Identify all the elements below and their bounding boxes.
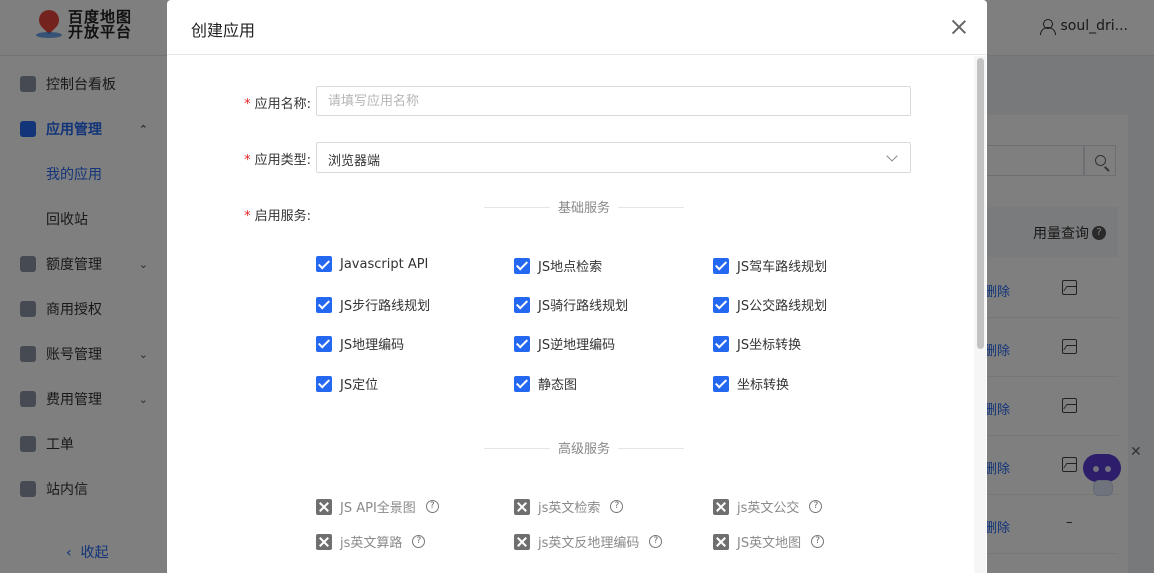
dialog-title: 创建应用	[191, 21, 256, 40]
services-label: * 启用服务:	[244, 209, 311, 224]
basic-service-checkbox[interactable]: JS地理编码	[316, 334, 404, 353]
advanced-service-checkbox: js英文公交?	[713, 497, 823, 516]
advanced-service-checkbox: js英文反地理编码?	[514, 532, 663, 551]
advanced-service-checkbox: JS英文地图?	[713, 532, 825, 551]
checkbox-checked-icon	[713, 296, 729, 313]
checkbox-checked-icon	[713, 335, 729, 352]
dialog-header: 创建应用	[167, 0, 987, 55]
basic-service-checkbox[interactable]: Javascript API	[316, 256, 428, 272]
help-icon[interactable]: ?	[425, 500, 439, 513]
advanced-service-checkbox: JS API全景图?	[316, 497, 439, 516]
chevron-down-icon	[886, 150, 898, 162]
advanced-service-checkbox: js英文检索?	[514, 497, 624, 516]
basic-service-checkbox[interactable]: 坐标转换	[713, 374, 789, 393]
basic-service-checkbox[interactable]: JS驾车路线规划	[713, 256, 827, 275]
basic-service-checkbox[interactable]: 静态图	[514, 374, 577, 393]
checkbox-checked-icon	[514, 335, 530, 352]
app-type-label: * 应用类型:	[244, 153, 311, 168]
checkbox-disabled-icon	[713, 533, 729, 550]
basic-service-checkbox[interactable]: JS坐标转换	[713, 334, 801, 353]
app-name-input[interactable]	[316, 86, 911, 116]
basic-service-checkbox[interactable]: JS逆地理编码	[514, 334, 615, 353]
app-type-value: 浏览器端	[328, 154, 381, 169]
checkbox-disabled-icon	[514, 533, 530, 550]
basic-service-checkbox[interactable]: JS公交路线规划	[713, 295, 827, 314]
checkbox-disabled-icon	[316, 498, 332, 515]
checkbox-checked-icon	[713, 375, 729, 392]
help-icon[interactable]: ?	[412, 535, 426, 548]
scroll-thumb[interactable]	[977, 58, 984, 349]
checkbox-disabled-icon	[713, 498, 729, 515]
app-name-label: * 应用名称:	[244, 97, 311, 112]
basic-service-checkbox[interactable]: JS地点检索	[514, 256, 602, 275]
help-icon[interactable]: ?	[809, 500, 823, 513]
app-type-select[interactable]: 浏览器端	[316, 142, 911, 173]
basic-service-checkbox[interactable]: JS步行路线规划	[316, 295, 430, 314]
help-icon[interactable]: ?	[649, 535, 663, 548]
advanced-services-divider: 高级服务	[484, 438, 684, 458]
checkbox-checked-icon	[713, 257, 729, 274]
basic-services-divider: 基础服务	[484, 197, 684, 217]
close-icon[interactable]	[949, 17, 969, 37]
basic-service-checkbox[interactable]: JS定位	[316, 374, 378, 393]
checkbox-checked-icon	[514, 296, 530, 313]
checkbox-disabled-icon	[514, 498, 530, 515]
help-icon[interactable]: ?	[811, 535, 825, 548]
checkbox-checked-icon	[316, 256, 332, 272]
basic-service-checkbox[interactable]: JS骑行路线规划	[514, 295, 628, 314]
checkbox-checked-icon	[316, 335, 332, 352]
create-app-dialog: 创建应用 *应用名称: *应用类型: 浏览器端 *启用服务: 基础服务 Java…	[167, 0, 987, 573]
dialog-scrollbar[interactable]	[974, 56, 986, 573]
checkbox-checked-icon	[316, 296, 332, 313]
checkbox-checked-icon	[514, 375, 530, 392]
checkbox-checked-icon	[316, 375, 332, 392]
advanced-service-checkbox: js英文算路?	[316, 532, 426, 551]
checkbox-checked-icon	[514, 257, 530, 274]
help-icon[interactable]: ?	[610, 500, 624, 513]
checkbox-disabled-icon	[316, 533, 332, 550]
